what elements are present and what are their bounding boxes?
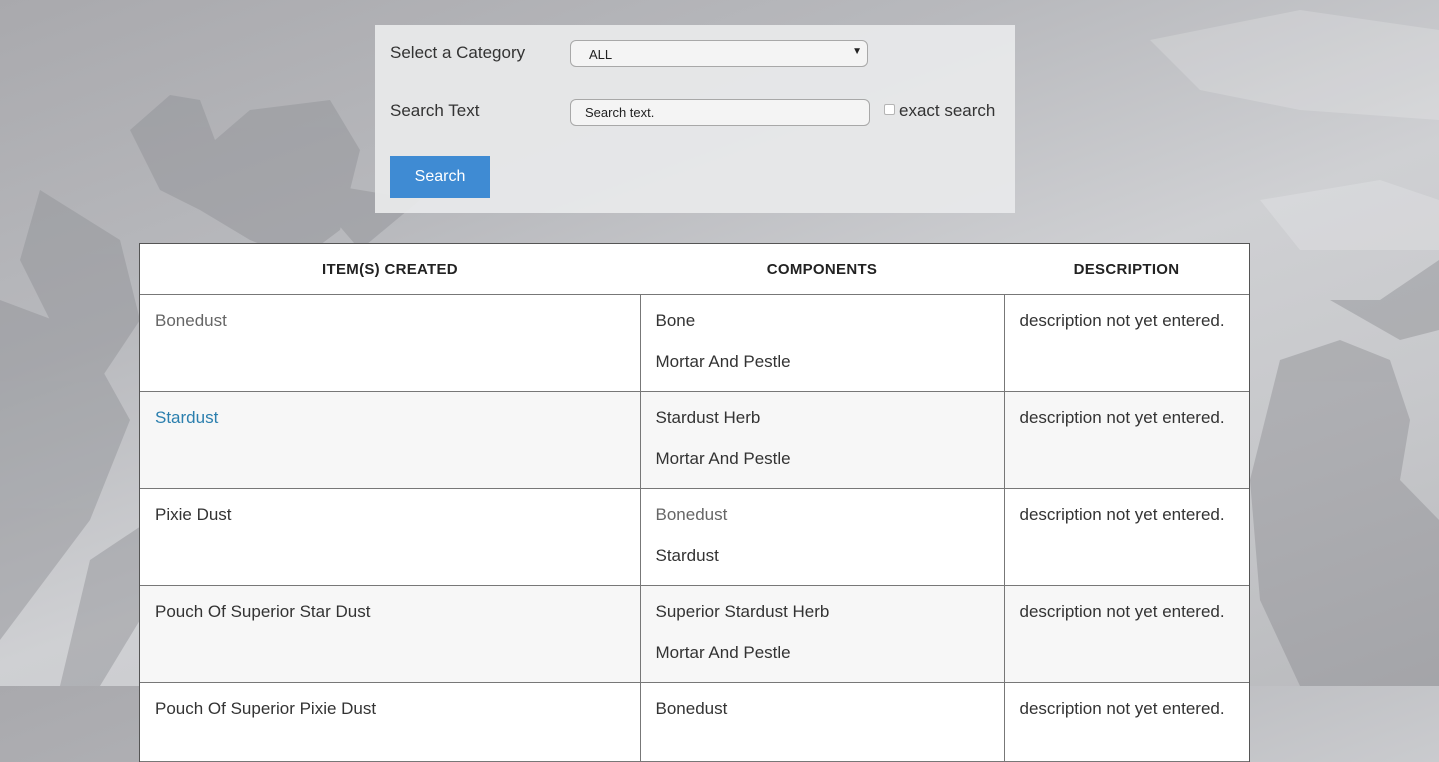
- category-select-value: ALL: [589, 47, 613, 62]
- table-row: Pouch Of Superior Pixie Dust Bonedust de…: [140, 682, 1249, 762]
- component-link[interactable]: Stardust: [656, 544, 989, 567]
- chevron-down-icon: ▼: [852, 46, 862, 57]
- results-table: ITEM(S) CREATED COMPONENTS DESCRIPTION B…: [139, 243, 1250, 762]
- search-button[interactable]: Search: [390, 156, 490, 198]
- table-row: Stardust Stardust Herb Mortar And Pestle…: [140, 391, 1249, 489]
- search-input[interactable]: [570, 99, 870, 126]
- table-header-row: ITEM(S) CREATED COMPONENTS DESCRIPTION: [140, 244, 1249, 295]
- description-text: description not yet entered.: [1019, 408, 1225, 427]
- exact-search-checkbox[interactable]: [884, 104, 895, 115]
- component-item: Bone: [655, 311, 696, 330]
- component-item: Mortar And Pestle: [655, 352, 791, 371]
- item-link[interactable]: Pixie Dust: [155, 503, 625, 526]
- component-item: Superior Stardust Herb: [655, 602, 830, 621]
- category-select[interactable]: ALL ▼: [570, 40, 868, 67]
- table-row: Pouch Of Superior Star Dust Superior Sta…: [140, 585, 1249, 683]
- component-item: Bonedust: [655, 699, 728, 718]
- item-link[interactable]: Stardust: [155, 406, 625, 429]
- description-text: description not yet entered.: [1019, 311, 1225, 330]
- component-item: Mortar And Pestle: [655, 643, 791, 662]
- header-description: DESCRIPTION: [1004, 244, 1249, 295]
- search-panel: Select a Category ALL ▼ Search Text exac…: [375, 25, 1015, 213]
- exact-search-label[interactable]: exact search: [899, 101, 995, 121]
- header-items-created: ITEM(S) CREATED: [140, 244, 640, 295]
- category-label: Select a Category: [390, 43, 526, 62]
- item-link[interactable]: Pouch Of Superior Pixie Dust: [155, 697, 625, 720]
- component-item: Stardust Herb: [655, 408, 761, 427]
- search-text-label: Search Text: [390, 101, 480, 120]
- component-item: Mortar And Pestle: [655, 449, 791, 468]
- description-text: description not yet entered.: [1019, 699, 1225, 718]
- item-link[interactable]: Bonedust: [155, 309, 625, 332]
- table-row: Bonedust Bone Mortar And Pestle descript…: [140, 294, 1249, 392]
- table-row: Pixie Dust Bonedust Stardust description…: [140, 488, 1249, 586]
- description-text: description not yet entered.: [1019, 505, 1225, 524]
- description-text: description not yet entered.: [1019, 602, 1225, 621]
- item-link[interactable]: Pouch Of Superior Star Dust: [155, 600, 625, 623]
- header-components: COMPONENTS: [640, 244, 1004, 295]
- component-link[interactable]: Bonedust: [656, 503, 989, 526]
